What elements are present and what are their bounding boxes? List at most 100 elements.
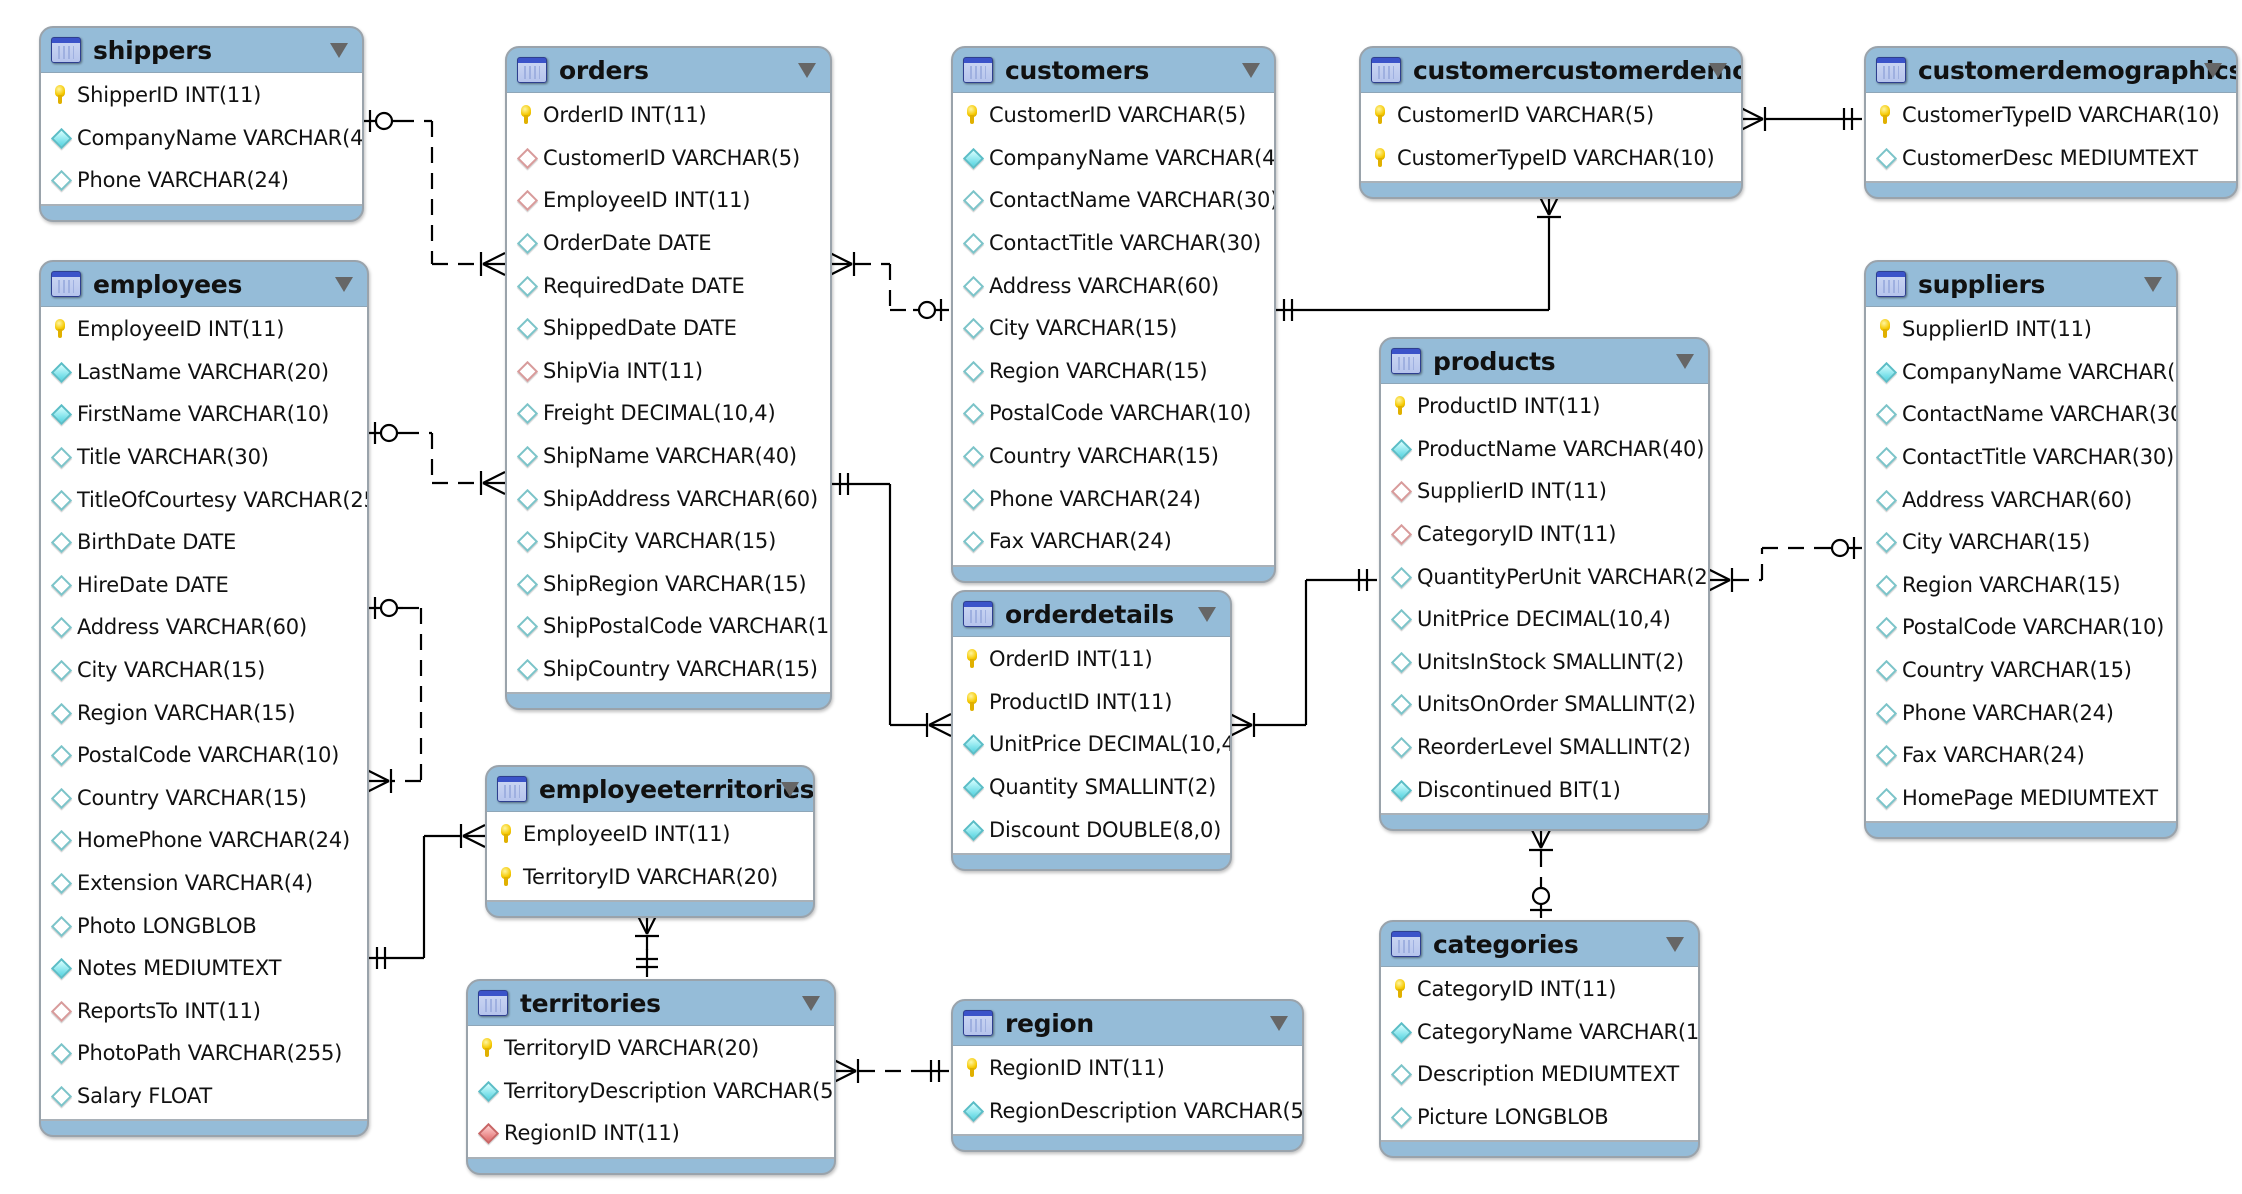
field-row[interactable]: Extension VARCHAR(4) — [41, 862, 367, 905]
collapse-triangle-icon[interactable] — [335, 277, 353, 292]
field-row[interactable]: CustomerID VARCHAR(5) — [953, 94, 1274, 137]
table-header[interactable]: customers — [953, 48, 1274, 92]
table-header[interactable]: territories — [468, 981, 834, 1025]
field-row[interactable]: City VARCHAR(15) — [1866, 521, 2176, 564]
table-header[interactable]: orders — [507, 48, 830, 92]
table-header[interactable]: categories — [1381, 922, 1698, 966]
relationship-region-territories[interactable] — [833, 1059, 949, 1083]
field-row[interactable]: Address VARCHAR(60) — [953, 264, 1274, 307]
table-header[interactable]: region — [953, 1001, 1302, 1045]
field-row[interactable]: Country VARCHAR(15) — [953, 435, 1274, 478]
field-row[interactable]: Picture LONGBLOB — [1381, 1096, 1698, 1139]
field-row[interactable]: ShipRegion VARCHAR(15) — [507, 563, 830, 606]
field-row[interactable]: OrderDate DATE — [507, 222, 830, 265]
relationship-shippers-orders[interactable] — [362, 110, 506, 276]
field-row[interactable]: Region VARCHAR(15) — [1866, 564, 2176, 607]
field-row[interactable]: OrderID INT(11) — [507, 94, 830, 137]
field-row[interactable]: Phone VARCHAR(24) — [1866, 691, 2176, 734]
field-row[interactable]: Quantity SMALLINT(2) — [953, 766, 1230, 809]
table-employeeterritories[interactable]: employeeterritories EmployeeID INT(11) Ter… — [485, 765, 815, 919]
table-customercustomerdemo[interactable]: customercustomerdemo CustomerID VARCHAR(5… — [1359, 46, 1743, 200]
table-header[interactable]: customercustomerdemo — [1361, 48, 1741, 92]
field-row[interactable]: RegionDescription VARCHAR(50) — [953, 1090, 1302, 1133]
relationship-employees-employeeterritories[interactable] — [367, 824, 486, 969]
field-row[interactable]: CompanyName VARCHAR(40) — [41, 117, 362, 160]
field-row[interactable]: PostalCode VARCHAR(10) — [41, 734, 367, 777]
table-suppliers[interactable]: suppliers SupplierID INT(11) CompanyName V… — [1864, 260, 2178, 840]
field-row[interactable]: ShipVia INT(11) — [507, 350, 830, 393]
field-row[interactable]: HomePhone VARCHAR(24) — [41, 819, 367, 862]
table-categories[interactable]: categories CategoryID INT(11) CategoryName… — [1379, 920, 1700, 1159]
field-row[interactable]: CustomerTypeID VARCHAR(10) — [1361, 137, 1741, 180]
field-row[interactable]: CategoryID INT(11) — [1381, 513, 1708, 556]
relationship-customerdemographics-customercustomerdemo[interactable] — [1740, 107, 1862, 131]
field-row[interactable]: ContactTitle VARCHAR(30) — [953, 222, 1274, 265]
collapse-triangle-icon[interactable] — [781, 782, 799, 797]
field-row[interactable]: RegionID INT(11) — [468, 1112, 834, 1155]
field-row[interactable]: QuantityPerUnit VARCHAR(20) — [1381, 555, 1708, 598]
field-row[interactable]: UnitPrice DECIMAL(10,4) — [1381, 598, 1708, 641]
field-row[interactable]: CategoryID INT(11) — [1381, 968, 1698, 1011]
field-row[interactable]: LastName VARCHAR(20) — [41, 351, 367, 394]
field-row[interactable]: Description MEDIUMTEXT — [1381, 1053, 1698, 1096]
relationship-employees-reportsto[interactable] — [366, 597, 423, 793]
table-header[interactable]: suppliers — [1866, 262, 2176, 306]
relationship-customers-customercustomerdemo[interactable] — [1274, 192, 1561, 321]
table-customers[interactable]: customers CustomerID VARCHAR(5) CompanyNam… — [951, 46, 1276, 583]
field-row[interactable]: ReorderLevel SMALLINT(2) — [1381, 726, 1708, 769]
collapse-triangle-icon[interactable] — [330, 43, 348, 58]
table-header[interactable]: products — [1381, 339, 1708, 383]
field-row[interactable]: Discontinued BIT(1) — [1381, 768, 1708, 811]
field-row[interactable]: ContactName VARCHAR(30) — [953, 179, 1274, 222]
field-row[interactable]: FirstName VARCHAR(10) — [41, 393, 367, 436]
field-row[interactable]: CustomerDesc MEDIUMTEXT — [1866, 137, 2236, 180]
field-row[interactable]: PostalCode VARCHAR(10) — [953, 392, 1274, 435]
field-row[interactable]: Photo LONGBLOB — [41, 904, 367, 947]
field-row[interactable]: CompanyName VARCHAR(40) — [953, 137, 1274, 180]
field-row[interactable]: CompanyName VARCHAR(... — [1866, 351, 2176, 394]
field-row[interactable]: OrderID INT(11) — [953, 638, 1230, 681]
field-row[interactable]: EmployeeID INT(11) — [41, 308, 367, 351]
field-row[interactable]: TerritoryDescription VARCHAR(50) — [468, 1070, 834, 1113]
field-row[interactable]: Phone VARCHAR(24) — [41, 159, 362, 202]
field-row[interactable]: Title VARCHAR(30) — [41, 436, 367, 479]
field-row[interactable]: Freight DECIMAL(10,4) — [507, 392, 830, 435]
field-row[interactable]: ProductID INT(11) — [953, 681, 1230, 724]
field-row[interactable]: Fax VARCHAR(24) — [953, 520, 1274, 563]
field-row[interactable]: ShipPostalCode VARCHAR(10) — [507, 605, 830, 648]
field-row[interactable]: City VARCHAR(15) — [953, 307, 1274, 350]
relationship-customers-orders[interactable] — [829, 252, 949, 321]
field-row[interactable]: SupplierID INT(11) — [1866, 308, 2176, 351]
field-row[interactable]: City VARCHAR(15) — [41, 649, 367, 692]
field-row[interactable]: CategoryName VARCHAR(15) — [1381, 1011, 1698, 1054]
field-row[interactable]: Country VARCHAR(15) — [1866, 649, 2176, 692]
field-row[interactable]: Fax VARCHAR(24) — [1866, 734, 2176, 777]
field-row[interactable]: TerritoryID VARCHAR(20) — [468, 1027, 834, 1070]
field-row[interactable]: UnitsOnOrder SMALLINT(2) — [1381, 683, 1708, 726]
relationship-suppliers-products[interactable] — [1707, 537, 1862, 592]
field-row[interactable]: CustomerID VARCHAR(5) — [507, 137, 830, 180]
table-orders[interactable]: orders OrderID INT(11) CustomerID VARCHAR(… — [505, 46, 832, 711]
field-row[interactable]: TitleOfCourtesy VARCHAR(25) — [41, 478, 367, 521]
collapse-triangle-icon[interactable] — [2144, 277, 2162, 292]
field-row[interactable]: CustomerID VARCHAR(5) — [1361, 94, 1741, 137]
field-row[interactable]: ContactTitle VARCHAR(30) — [1866, 436, 2176, 479]
field-row[interactable]: Phone VARCHAR(24) — [953, 477, 1274, 520]
field-row[interactable]: UnitsInStock SMALLINT(2) — [1381, 641, 1708, 684]
table-customerdemographics[interactable]: customerdemographics CustomerTypeID VARCH… — [1864, 46, 2238, 200]
field-row[interactable]: ShipCity VARCHAR(15) — [507, 520, 830, 563]
field-row[interactable]: Discount DOUBLE(8,0) — [953, 808, 1230, 851]
field-row[interactable]: ProductName VARCHAR(40) — [1381, 428, 1708, 471]
collapse-triangle-icon[interactable] — [1666, 937, 1684, 952]
field-row[interactable]: BirthDate DATE — [41, 521, 367, 564]
field-row[interactable]: RequiredDate DATE — [507, 264, 830, 307]
field-row[interactable]: EmployeeID INT(11) — [487, 813, 813, 856]
field-row[interactable]: ShipName VARCHAR(40) — [507, 435, 830, 478]
field-row[interactable]: Region VARCHAR(15) — [41, 691, 367, 734]
field-row[interactable]: ShipCountry VARCHAR(15) — [507, 648, 830, 691]
field-row[interactable]: TerritoryID VARCHAR(20) — [487, 856, 813, 899]
field-row[interactable]: ShipAddress VARCHAR(60) — [507, 477, 830, 520]
table-header[interactable]: orderdetails — [953, 592, 1230, 636]
field-row[interactable]: Address VARCHAR(60) — [1866, 478, 2176, 521]
table-header[interactable]: customerdemographics — [1866, 48, 2236, 92]
